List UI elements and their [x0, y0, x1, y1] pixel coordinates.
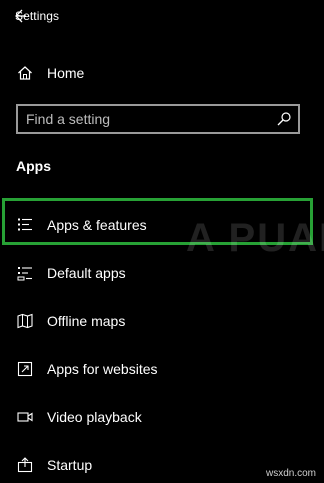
- default-apps-icon: [16, 264, 34, 282]
- window-title: Settings: [15, 9, 60, 23]
- settings-window: Settings Home Apps: [0, 0, 324, 483]
- search-input[interactable]: [26, 106, 266, 132]
- startup-icon: [16, 456, 34, 474]
- nav-video-playback[interactable]: Video playback: [0, 397, 324, 437]
- nav-startup-label: Startup: [47, 457, 93, 473]
- home-icon: [16, 64, 34, 82]
- selection-highlight: [2, 198, 313, 245]
- nav-default-apps[interactable]: Default apps: [0, 253, 324, 293]
- section-title: Apps: [16, 158, 51, 174]
- nav-offline-maps-label: Offline maps: [47, 313, 126, 329]
- search-box[interactable]: [16, 104, 300, 134]
- nav-video-playback-label: Video playback: [47, 409, 142, 425]
- external-link-icon: [16, 360, 34, 378]
- title-bar: Settings: [0, 0, 324, 34]
- footer-site-mark: wsxdn.com: [265, 468, 316, 479]
- nav-home[interactable]: Home: [0, 53, 324, 93]
- video-icon: [16, 408, 34, 426]
- nav-apps-for-websites-label: Apps for websites: [47, 361, 158, 377]
- nav-offline-maps[interactable]: Offline maps: [0, 301, 324, 341]
- nav-default-apps-label: Default apps: [47, 265, 126, 281]
- nav-home-label: Home: [47, 65, 85, 81]
- map-icon: [16, 312, 34, 330]
- nav-apps-for-websites[interactable]: Apps for websites: [0, 349, 324, 389]
- search-icon[interactable]: [276, 111, 292, 127]
